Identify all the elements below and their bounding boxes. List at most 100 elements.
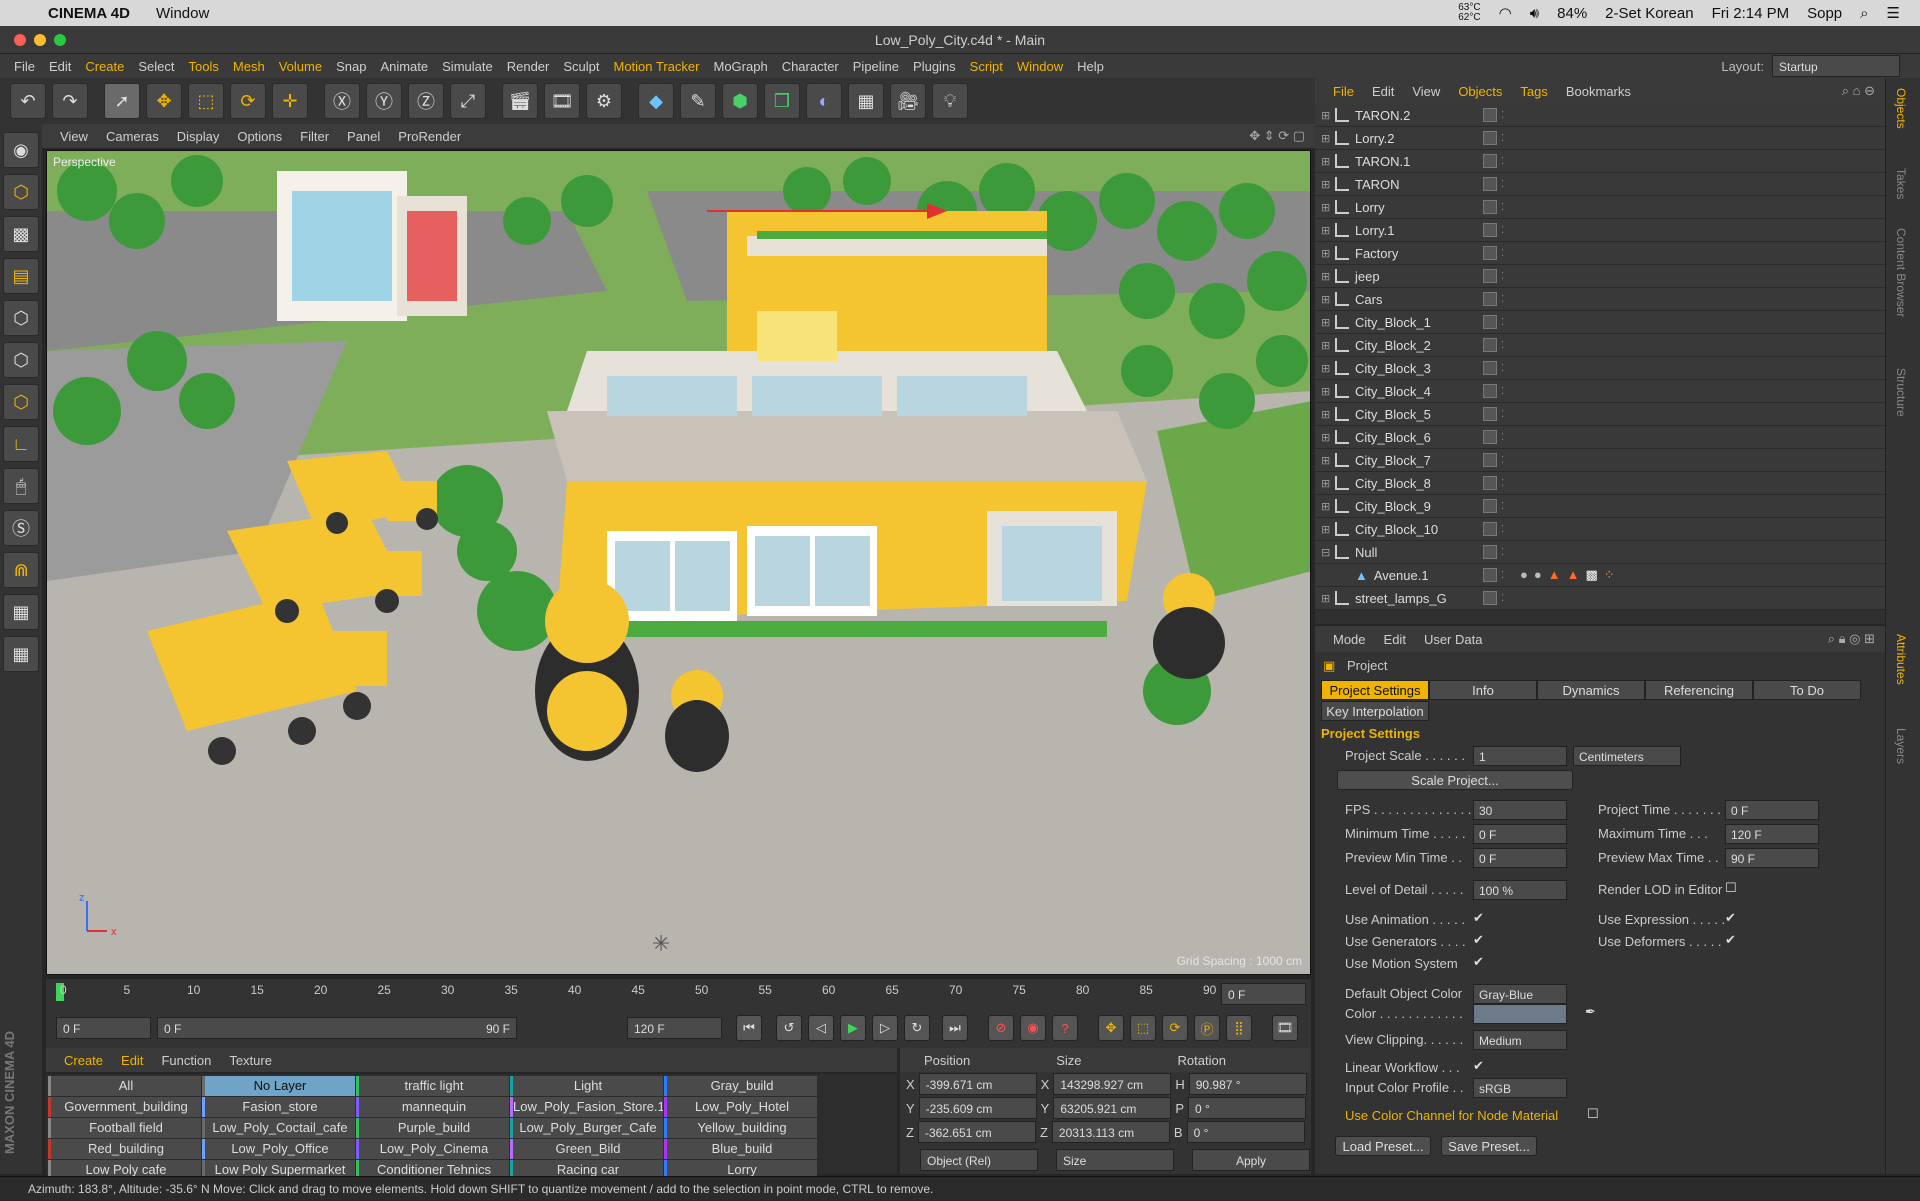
play-icon[interactable]: ▶: [840, 1015, 866, 1041]
visibility-dots-icon[interactable]: ⁚: [1501, 386, 1504, 397]
tab-referencing[interactable]: Referencing: [1645, 680, 1753, 700]
side-tab-attributes[interactable]: Attributes: [1894, 634, 1908, 685]
viewport-menu-cameras[interactable]: Cameras: [106, 129, 159, 144]
viewport-menu-view[interactable]: View: [60, 129, 88, 144]
menu-pipeline[interactable]: Pipeline: [853, 59, 899, 74]
control-center-icon[interactable]: ☰: [1887, 4, 1900, 22]
material-layer-item[interactable]: Government_building: [48, 1097, 201, 1117]
layer-toggle-icon[interactable]: [1483, 453, 1497, 467]
autokey-icon[interactable]: ◉: [1020, 1015, 1046, 1041]
tab-project-settings[interactable]: Project Settings: [1321, 680, 1429, 700]
visibility-dots-icon[interactable]: ⁚: [1501, 179, 1504, 190]
use-motion-checkbox[interactable]: ✔: [1473, 954, 1484, 970]
snap-icon[interactable]: ⋒: [3, 552, 39, 588]
menu-edit[interactable]: Edit: [49, 59, 71, 74]
object-row[interactable]: ⊞ TARON ⁚: [1315, 173, 1885, 196]
use-animation-checkbox[interactable]: ✔: [1473, 910, 1484, 926]
visibility-dots-icon[interactable]: ⁚: [1501, 340, 1504, 351]
side-tab-content-browser[interactable]: Content Browser: [1894, 228, 1908, 317]
object-name[interactable]: City_Block_4: [1355, 384, 1495, 399]
object-name[interactable]: Lorry.2: [1355, 131, 1495, 146]
layer-toggle-icon[interactable]: [1483, 545, 1497, 559]
expand-icon[interactable]: ⊞: [1321, 477, 1335, 490]
key-pla-icon[interactable]: ⣿: [1226, 1015, 1252, 1041]
layer-toggle-icon[interactable]: [1483, 499, 1497, 513]
material-layer-item[interactable]: No Layer: [202, 1076, 355, 1096]
expand-icon[interactable]: ⊞: [1321, 431, 1335, 444]
mat-menu-texture[interactable]: Texture: [229, 1053, 272, 1068]
object-row[interactable]: ⊞ street_lamps_G ⁚: [1315, 587, 1885, 610]
pen-icon[interactable]: ✎: [680, 83, 716, 119]
expand-icon[interactable]: ⊞: [1321, 247, 1335, 260]
project-time-field[interactable]: 0 F: [1725, 800, 1819, 820]
mat-menu-create[interactable]: Create: [64, 1053, 103, 1068]
material-layer-item[interactable]: Low_Poly_Office: [202, 1139, 355, 1159]
material-layer-item[interactable]: All: [48, 1076, 201, 1096]
cloner-icon[interactable]: ❒: [764, 83, 800, 119]
side-tab-structure[interactable]: Structure: [1894, 368, 1908, 417]
material-layer-item[interactable]: Low_Poly_Burger_Cafe: [510, 1118, 663, 1138]
obj-menu-file[interactable]: File: [1333, 84, 1354, 99]
object-row[interactable]: ⊞ City_Block_7 ⁚: [1315, 449, 1885, 472]
last-tool-icon[interactable]: ✛: [272, 83, 308, 119]
preview-min-field[interactable]: 0 F: [1473, 848, 1567, 868]
workplane-lock-icon[interactable]: ▦: [3, 594, 39, 630]
floor-icon[interactable]: ▦: [848, 83, 884, 119]
layer-toggle-icon[interactable]: [1483, 246, 1497, 260]
mat-menu-function[interactable]: Function: [161, 1053, 211, 1068]
expand-icon[interactable]: ⊞: [1321, 316, 1335, 329]
render-view-icon[interactable]: 🎬︎: [502, 83, 538, 119]
load-preset-button[interactable]: Load Preset...: [1335, 1136, 1431, 1156]
current-frame-field[interactable]: 0 F: [1221, 983, 1306, 1005]
side-tab-objects[interactable]: Objects: [1894, 88, 1908, 129]
zoom-window-button[interactable]: [54, 34, 66, 46]
layer-toggle-icon[interactable]: [1483, 591, 1497, 605]
viewport-menu-filter[interactable]: Filter: [300, 129, 329, 144]
model-mode-icon[interactable]: ⬡: [3, 174, 39, 210]
max-time-field[interactable]: 120 F: [1725, 824, 1819, 844]
layer-toggle-icon[interactable]: [1483, 154, 1497, 168]
object-name[interactable]: jeep: [1355, 269, 1495, 284]
key-scale-icon[interactable]: ⬚: [1130, 1015, 1156, 1041]
material-layer-item[interactable]: Purple_build: [356, 1118, 509, 1138]
menu-help[interactable]: Help: [1077, 59, 1104, 74]
material-layer-item[interactable]: Low_Poly_Hotel: [664, 1097, 817, 1117]
layer-toggle-icon[interactable]: [1483, 361, 1497, 375]
expand-icon[interactable]: ⊞: [1321, 500, 1335, 513]
visibility-dots-icon[interactable]: ⁚: [1501, 455, 1504, 466]
object-row[interactable]: ⊞ City_Block_8 ⁚: [1315, 472, 1885, 495]
visibility-dots-icon[interactable]: ⁚: [1501, 156, 1504, 167]
size-z-field[interactable]: 20313.113 cm: [1051, 1121, 1170, 1143]
lod-field[interactable]: 100 %: [1473, 880, 1567, 900]
object-row[interactable]: ⊞ City_Block_5 ⁚: [1315, 403, 1885, 426]
object-name[interactable]: Cars: [1355, 292, 1495, 307]
visibility-dots-icon[interactable]: ⁚: [1501, 501, 1504, 512]
planar-workplane-icon[interactable]: ▦: [3, 636, 39, 672]
render-lod-checkbox[interactable]: ☐: [1725, 880, 1737, 896]
layer-toggle-icon[interactable]: [1483, 108, 1497, 122]
object-row[interactable]: ⊞ City_Block_1 ⁚: [1315, 311, 1885, 334]
material-layer-item[interactable]: Low_Poly_Fasion_Store.1: [510, 1097, 663, 1117]
visibility-dots-icon[interactable]: ⁚: [1501, 432, 1504, 443]
size-mode-select[interactable]: Size: [1056, 1149, 1174, 1171]
layer-toggle-icon[interactable]: [1483, 177, 1497, 191]
color-swatch[interactable]: [1473, 1004, 1567, 1024]
layer-toggle-icon[interactable]: [1483, 269, 1497, 283]
position-y-field[interactable]: -235.609 cm: [918, 1097, 1037, 1119]
use-generators-checkbox[interactable]: ✔: [1473, 932, 1484, 948]
points-mode-icon[interactable]: ⬡: [3, 300, 39, 336]
visibility-dots-icon[interactable]: ⁚: [1501, 317, 1504, 328]
menu-render[interactable]: Render: [507, 59, 550, 74]
workplane-icon[interactable]: ▤: [3, 258, 39, 294]
linear-workflow-checkbox[interactable]: ✔: [1473, 1058, 1484, 1074]
object-name[interactable]: City_Block_7: [1355, 453, 1495, 468]
record-icon[interactable]: ⊘: [988, 1015, 1014, 1041]
coordinate-system-icon[interactable]: ⤢: [450, 83, 486, 119]
object-name[interactable]: Lorry.1: [1355, 223, 1495, 238]
material-layer-item[interactable]: traffic light: [356, 1076, 509, 1096]
menu-mograph[interactable]: MoGraph: [713, 59, 767, 74]
use-deformers-checkbox[interactable]: ✔: [1725, 932, 1736, 948]
y-axis-lock-icon[interactable]: Ⓨ: [366, 83, 402, 119]
menu-plugins[interactable]: Plugins: [913, 59, 956, 74]
go-to-start-icon[interactable]: ⏮: [736, 1015, 762, 1041]
